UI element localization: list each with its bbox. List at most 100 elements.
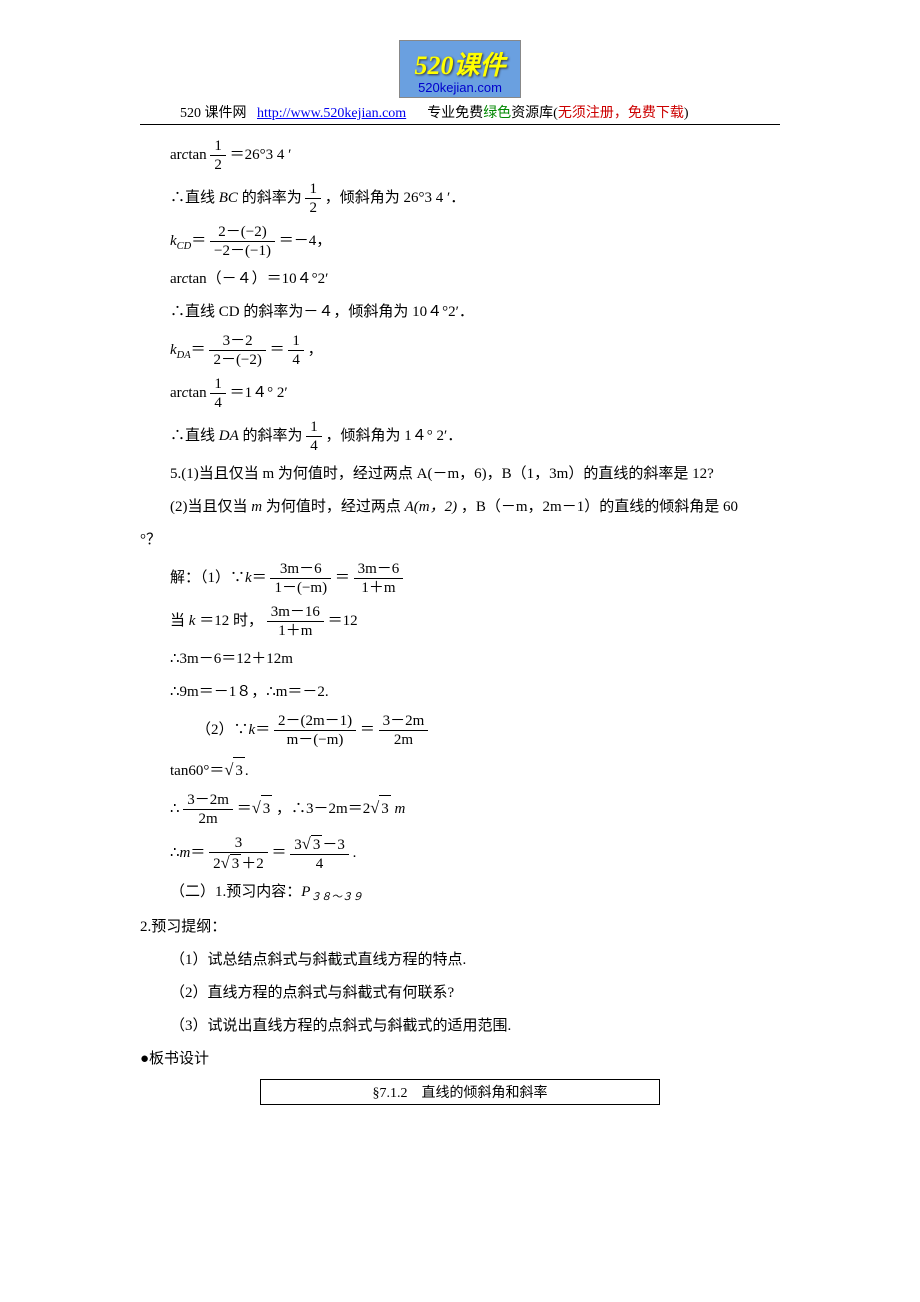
logo: 520课件 520kejian.com xyxy=(399,40,520,98)
sqrt: 3 xyxy=(252,793,273,823)
text-line: ∴直线 CD 的斜率为－４，倾斜角为 10４°2′． xyxy=(170,299,780,326)
text: ∴ xyxy=(170,801,180,817)
text: tan xyxy=(188,385,206,401)
text: 2.预习提纲： xyxy=(140,919,226,935)
text: ，B（－m，2m－1）的直线的倾斜角是 60 xyxy=(461,499,738,515)
text: ＝ xyxy=(190,845,205,861)
text-line: (2)当且仅当 m 为何值时，经过两点 A(m，2) ，B（－m，2m－1）的直… xyxy=(170,494,780,521)
fraction: 14 xyxy=(288,332,304,369)
fraction: 3 23＋2 xyxy=(209,834,268,873)
fraction: 12 xyxy=(210,137,226,174)
text: ∴3m－6＝12＋12m xyxy=(170,651,293,667)
subscript: CD xyxy=(177,241,192,252)
site-url-link[interactable]: http://www.520kejian.com xyxy=(257,106,406,121)
text-line: ∴3m－6＝12＋12m xyxy=(170,646,780,673)
fraction: 2－(−2)−2－(−1) xyxy=(210,223,275,260)
text: ，∴3－2m＝2 xyxy=(276,801,370,817)
text: ， xyxy=(308,342,323,358)
text: ∴9m＝－1８，∴m＝－2. xyxy=(170,684,329,700)
fraction: 33－3 4 xyxy=(290,834,349,873)
document-body: arctan 12 ＝26°3 4 ′ ∴直线 BC 的斜率为 12 ，倾斜角为… xyxy=(140,137,780,1105)
text-line: 2.预习提纲： xyxy=(140,914,780,941)
logo-block: 520课件 520kejian.com xyxy=(140,40,780,98)
text: 为何值时，经过两点 xyxy=(266,499,401,515)
math-line: ∴ 3－2m2m ＝3 ，∴3－2m＝23 m xyxy=(170,791,780,828)
text: （2）直线方程的点斜式与斜截式有何联系? xyxy=(170,985,454,1001)
text-line: ●板书设计 xyxy=(140,1046,780,1073)
text: k xyxy=(245,570,252,586)
fraction: 2－(2m－1)m－(−m) xyxy=(274,712,356,749)
fraction: 14 xyxy=(210,375,226,412)
text: 当 xyxy=(170,613,185,629)
math-line: 当 k ＝12 时， 3m－161＋m ＝12 xyxy=(170,603,780,640)
text: ar xyxy=(170,385,182,401)
text: 的斜率为 xyxy=(243,428,303,444)
desc-red: 无须注册，免费下载 xyxy=(558,106,684,121)
math-line: arctan（－４）＝10４°2′ xyxy=(170,266,780,293)
text: °？ xyxy=(140,532,161,548)
text: ＝－4， xyxy=(279,233,332,249)
text: k xyxy=(189,613,196,629)
header-line: 520 课件网 http://www.520kejian.com 专业免费绿色资… xyxy=(180,102,780,122)
text: ∴ xyxy=(170,845,180,861)
logo-main-text: 520课件 xyxy=(414,45,505,82)
text: . xyxy=(245,763,249,779)
text: A(m，2) xyxy=(405,499,458,515)
fraction: 3m－61＋m xyxy=(354,560,404,597)
text: 5.(1)当且仅当 m 为何值时，经过两点 A(－m，6)，B（1，3m）的直线… xyxy=(170,466,714,482)
math-line: ∴直线 DA 的斜率为 14 ，倾斜角为 1４° 2′． xyxy=(170,418,780,455)
text: m xyxy=(395,801,406,817)
text: ＝ xyxy=(360,722,375,738)
text: ＝12 时， xyxy=(199,613,263,629)
subscript: DA xyxy=(177,350,191,361)
text-line: （1）试总结点斜式与斜截式直线方程的特点. xyxy=(170,947,780,974)
text-line: °？ xyxy=(140,527,780,554)
text: 解：（1）∵ xyxy=(170,570,245,586)
text: BC xyxy=(219,190,238,206)
math-line: ∴直线 BC 的斜率为 12 ，倾斜角为 26°3 4 ′． xyxy=(170,180,780,217)
text: ＝12 xyxy=(328,613,358,629)
fraction: 3－2m2m xyxy=(183,791,233,828)
math-line: arctan 12 ＝26°3 4 ′ xyxy=(170,137,780,174)
text: ＝ xyxy=(191,342,206,358)
sqrt: 3 xyxy=(370,793,391,823)
text: ∴直线 xyxy=(170,428,215,444)
math-line: arctan 14 ＝1４° 2′ xyxy=(170,375,780,412)
text: ＝26°3 4 ′ xyxy=(230,147,292,163)
text: ＝ xyxy=(252,570,267,586)
math-line: kDA＝ 3－22－(−2) ＝ 14 ， xyxy=(170,332,780,369)
board-cell: §7.1.2 直线的倾斜角和斜率 xyxy=(261,1079,660,1104)
site-label: 520 课件网 xyxy=(180,106,247,121)
fraction: 3m－161＋m xyxy=(267,603,324,640)
board-design-table: §7.1.2 直线的倾斜角和斜率 xyxy=(260,1079,660,1105)
text: k xyxy=(170,342,177,358)
math-line: 解：（1）∵k＝ 3m－61－(−m) ＝ 3m－61＋m xyxy=(170,560,780,597)
text: （2）∵ xyxy=(196,722,249,738)
text: （1）试总结点斜式与斜截式直线方程的特点. xyxy=(170,952,466,968)
fraction: 12 xyxy=(305,180,321,217)
text: ＝1４° 2′ xyxy=(230,385,288,401)
text: ∴直线 CD 的斜率为－４，倾斜角为 10４°2′． xyxy=(170,304,474,320)
text: ●板书设计 xyxy=(140,1051,209,1067)
text: ，倾斜角为 26°3 4 ′． xyxy=(325,190,466,206)
desc-prefix: 专业免费 xyxy=(427,106,483,121)
text-line: （3）试说出直线方程的点斜式与斜截式的适用范围. xyxy=(170,1013,780,1040)
desc-green: 绿色 xyxy=(483,106,511,121)
text: (2)当且仅当 xyxy=(170,499,248,515)
text: ＝ xyxy=(237,801,252,817)
text: ，倾斜角为 1４° 2′． xyxy=(326,428,463,444)
desc-end: ) xyxy=(684,106,689,121)
text: （3）试说出直线方程的点斜式与斜截式的适用范围. xyxy=(170,1018,511,1034)
text: tan（－４）＝10４°2′ xyxy=(188,271,328,287)
text: DA xyxy=(219,428,239,444)
text: ＝ xyxy=(255,722,270,738)
text: . xyxy=(353,845,357,861)
text: tan xyxy=(188,147,206,163)
text: m xyxy=(180,845,191,861)
fraction: 3m－61－(−m) xyxy=(270,560,331,597)
math-line: （2）∵k＝ 2－(2m－1)m－(−m) ＝ 3－2m2m xyxy=(196,712,780,749)
subscript: ３８～３９ xyxy=(310,892,363,903)
text-line: ∴9m＝－1８，∴m＝－2. xyxy=(170,679,780,706)
text: ＝ xyxy=(270,342,285,358)
fraction: 14 xyxy=(306,418,322,455)
